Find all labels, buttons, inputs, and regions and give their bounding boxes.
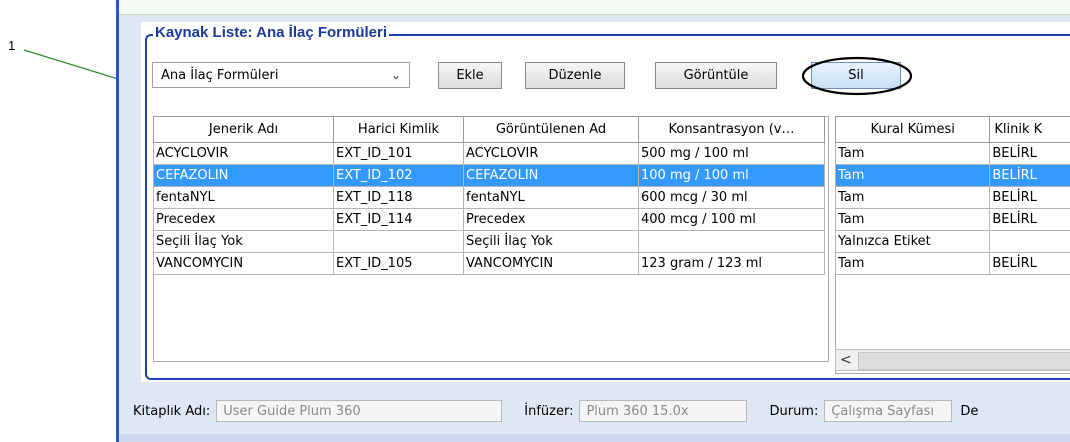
table-cell: VANCOMYCIN — [153, 252, 334, 275]
table-row-selected[interactable]: CEFAZOLIN EXT_ID_102 CEFAZOLIN 100 mg / … — [153, 164, 825, 187]
scrollbar-thumb[interactable] — [858, 352, 1070, 370]
table-row[interactable]: fentaNYL EXT_ID_118 fentaNYL 600 mcg / 3… — [153, 186, 825, 209]
infuser-label: İnfüzer: — [524, 403, 574, 419]
table-cell: EXT_ID_101 — [333, 142, 464, 165]
delete-highlight-ellipse — [801, 56, 913, 96]
table-cell: BELİRL — [989, 186, 1070, 209]
column-header[interactable]: Jenerik Adı — [153, 116, 334, 143]
table-row-selected[interactable]: Tam BELİRL — [834, 164, 1070, 187]
edit-button[interactable]: Düzenle — [525, 62, 625, 89]
table-cell — [638, 230, 825, 253]
source-list-panel: Kaynak Liste: Ana İlaç Formüleri Ana İla… — [141, 22, 1070, 382]
table-cell: EXT_ID_118 — [333, 186, 464, 209]
horizontal-scrollbar[interactable]: < — [835, 349, 1070, 371]
table-cell: CEFAZOLIN — [153, 164, 334, 187]
table-row[interactable]: Tam BELİRL — [834, 208, 1070, 231]
table-row[interactable]: Tam BELİRL — [834, 142, 1070, 165]
table-cell — [333, 230, 464, 253]
table-row[interactable]: Tam BELİRL — [834, 252, 1070, 275]
table-row[interactable]: VANCOMYCIN EXT_ID_105 VANCOMYCIN 123 gra… — [153, 252, 825, 275]
formulary-select-value: Ana İlaç Formüleri — [161, 67, 279, 83]
bottom-strip — [119, 434, 1070, 442]
view-button[interactable]: Görüntüle — [655, 62, 777, 89]
rule-table-header: Kural Kümesi Klinik K — [834, 116, 1070, 143]
top-bar — [119, 0, 1070, 15]
table-cell: BELİRL — [989, 208, 1070, 231]
table-cell — [989, 230, 1070, 253]
table-cell: 100 mg / 100 ml — [638, 164, 825, 187]
table-cell: 123 gram / 123 ml — [638, 252, 825, 275]
column-header[interactable]: Klinik K — [989, 116, 1070, 143]
table-cell: ACYCLOVIR — [153, 142, 334, 165]
table-row[interactable]: Seçili İlaç Yok Seçili İlaç Yok — [153, 230, 825, 253]
table-cell: BELİRL — [989, 252, 1070, 275]
library-label: Kitaplık Adı: — [133, 403, 211, 419]
table-cell: 500 mg / 100 ml — [638, 142, 825, 165]
table-cell: Precedex — [463, 208, 639, 231]
truncated-label: De — [960, 403, 979, 419]
column-header[interactable]: Kural Kümesi — [834, 116, 991, 143]
status-field[interactable]: Çalışma Sayfası — [824, 400, 953, 422]
table-cell: fentaNYL — [153, 186, 334, 209]
rule-table: Kural Kümesi Klinik K Tam BELİRL Tam BEL… — [834, 116, 1070, 275]
table-cell: EXT_ID_105 — [333, 252, 464, 275]
column-header[interactable]: Konsantrasyon (v… — [638, 116, 825, 143]
table-cell: 400 mcg / 100 ml — [638, 208, 825, 231]
table-cell: EXT_ID_102 — [333, 164, 464, 187]
table-cell: 600 mcg / 30 ml — [638, 186, 825, 209]
drug-table-header: Jenerik Adı Harici Kimlik Görüntülenen A… — [153, 116, 825, 143]
table-cell: Precedex — [153, 208, 334, 231]
infuser-field[interactable]: Plum 360 15.0x — [579, 400, 748, 422]
table-cell: EXT_ID_114 — [333, 208, 464, 231]
table-cell: Tam — [834, 142, 991, 165]
table-cell: VANCOMYCIN — [463, 252, 639, 275]
table-row[interactable]: Yalnızca Etiket — [834, 230, 1070, 253]
table-cell: BELİRL — [989, 142, 1070, 165]
table-cell: CEFAZOLIN — [463, 164, 639, 187]
table-row[interactable]: Tam BELİRL — [834, 186, 1070, 209]
app-window: Kaynak Liste: Ana İlaç Formüleri Ana İla… — [116, 0, 1070, 442]
chevron-down-icon[interactable]: ⌄ — [391, 68, 401, 82]
table-cell: Tam — [834, 186, 991, 209]
table-row[interactable]: Precedex EXT_ID_114 Precedex 400 mcg / 1… — [153, 208, 825, 231]
add-button[interactable]: Ekle — [438, 62, 502, 89]
table-cell: Tam — [834, 252, 991, 275]
table-cell: BELİRL — [989, 164, 1070, 187]
column-header[interactable]: Görüntülenen Ad — [463, 116, 639, 143]
status-label: Durum: — [769, 403, 819, 419]
table-cell: Tam — [834, 208, 991, 231]
table-cell: ACYCLOVIR — [463, 142, 639, 165]
footer-bar: Kitaplık Adı: User Guide Plum 360 İnfüze… — [119, 396, 1070, 426]
table-cell: Yalnızca Etiket — [834, 230, 991, 253]
library-field[interactable]: User Guide Plum 360 — [216, 400, 503, 422]
table-cell: Seçili İlaç Yok — [153, 230, 334, 253]
drug-table: Jenerik Adı Harici Kimlik Görüntülenen A… — [153, 116, 825, 275]
scroll-left-icon[interactable]: < — [840, 352, 852, 368]
group-title: Kaynak Liste: Ana İlaç Formüleri — [153, 24, 390, 41]
table-cell: Tam — [834, 164, 991, 187]
table-cell: fentaNYL — [463, 186, 639, 209]
column-header[interactable]: Harici Kimlik — [333, 116, 464, 143]
formulary-select[interactable]: Ana İlaç Formüleri ⌄ — [152, 62, 410, 88]
table-cell: Seçili İlaç Yok — [463, 230, 639, 253]
table-row[interactable]: ACYCLOVIR EXT_ID_101 ACYCLOVIR 500 mg / … — [153, 142, 825, 165]
